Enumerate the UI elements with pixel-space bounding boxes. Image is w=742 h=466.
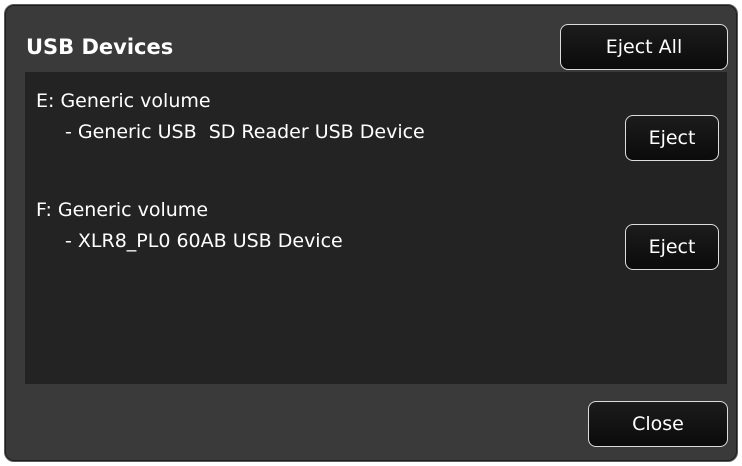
eject-all-button[interactable]: Eject All	[560, 24, 728, 70]
eject-button-e[interactable]: Eject	[625, 115, 719, 161]
dialog-title: USB Devices	[26, 35, 174, 59]
device-volume-label: F: Generic volume	[36, 199, 209, 221]
close-button[interactable]: Close	[588, 401, 728, 447]
eject-button-f[interactable]: Eject	[625, 224, 719, 270]
device-item-e: E: Generic volume - Generic USB SD Reade…	[25, 72, 727, 172]
usb-devices-dialog: USB Devices Eject All E: Generic volume …	[4, 4, 738, 462]
device-volume-label: E: Generic volume	[36, 90, 211, 112]
device-name-label: - Generic USB SD Reader USB Device	[65, 121, 425, 143]
device-list: E: Generic volume - Generic USB SD Reade…	[25, 72, 727, 384]
device-item-f: F: Generic volume - XLR8_PL0 60AB USB De…	[25, 181, 727, 281]
device-name-label: - XLR8_PL0 60AB USB Device	[65, 230, 343, 252]
